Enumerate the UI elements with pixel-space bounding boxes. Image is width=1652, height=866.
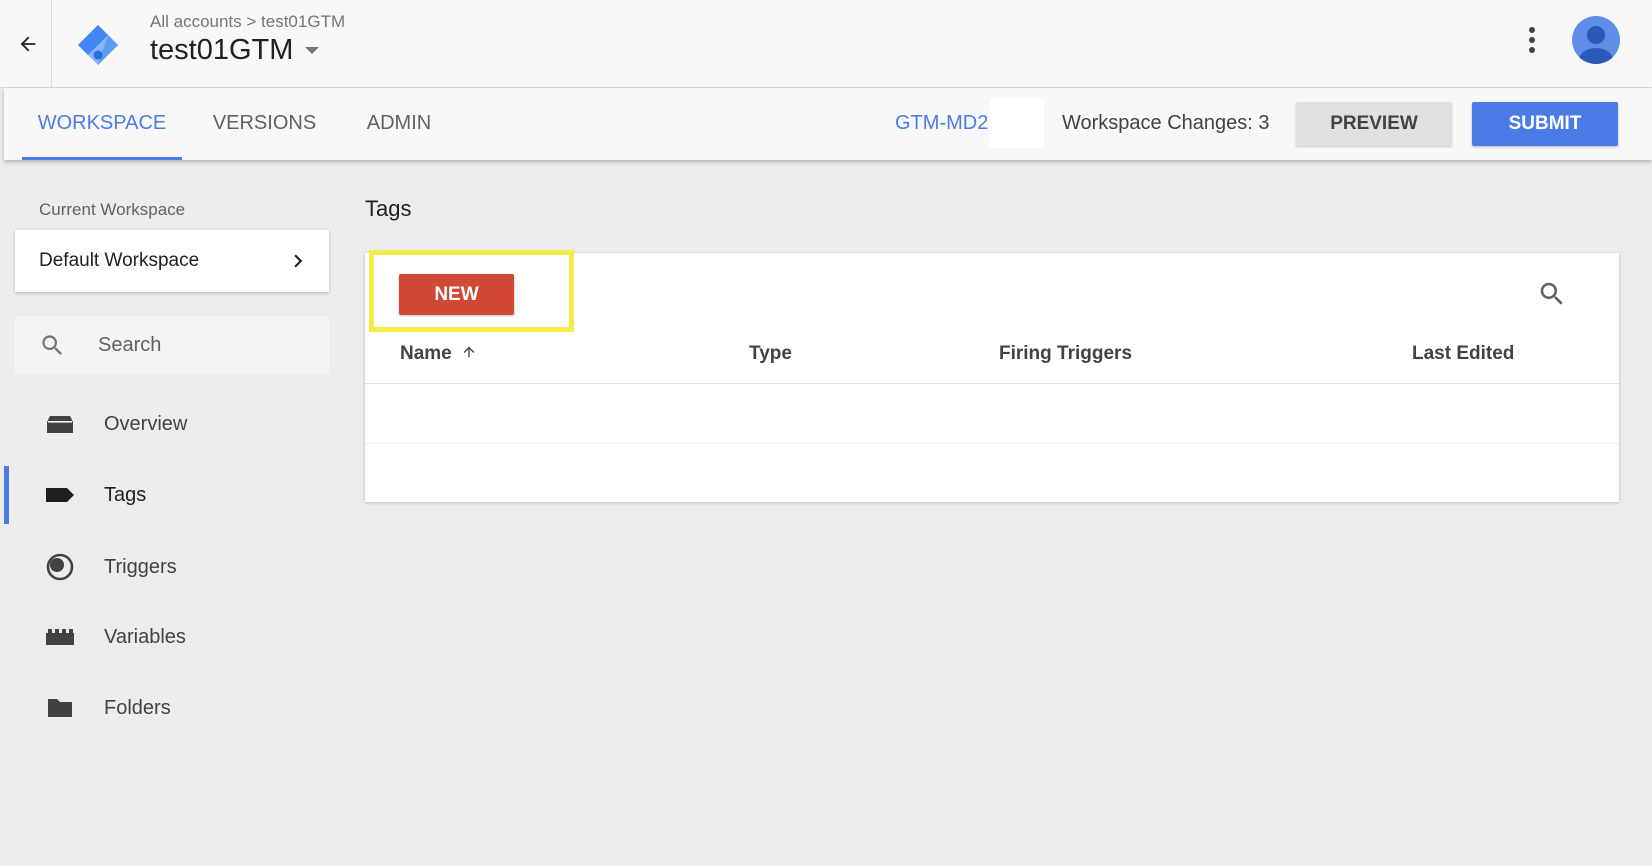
column-header-name[interactable]: Name	[400, 343, 477, 365]
new-tag-button[interactable]: NEW	[399, 274, 514, 315]
redaction-mask	[989, 98, 1044, 148]
row-divider	[365, 443, 1619, 444]
sidebar-item-label: Folders	[104, 696, 171, 719]
current-workspace-label: Current Workspace	[39, 200, 186, 219]
account-avatar[interactable]	[1572, 16, 1620, 64]
workspace-selector[interactable]: Default Workspace	[15, 230, 329, 292]
more-options-button[interactable]	[1518, 20, 1546, 60]
gtm-logo-icon	[78, 25, 118, 65]
breadcrumb[interactable]: All accounts > test01GTM	[150, 12, 345, 32]
search-placeholder: Search	[98, 334, 162, 356]
sidebar-item-overview[interactable]: Overview	[4, 394, 334, 454]
container-name: test01GTM	[150, 34, 294, 66]
sidebar-item-variables[interactable]: Variables	[4, 607, 334, 667]
sidebar-item-label: Tags	[104, 483, 147, 506]
arrow-up-icon	[463, 346, 475, 358]
sidebar-item-folders[interactable]: Folders	[4, 678, 334, 738]
workspace-changes-count: Workspace Changes: 3	[1062, 112, 1270, 134]
trigger-icon	[44, 553, 76, 581]
preview-button[interactable]: PREVIEW	[1296, 102, 1452, 146]
submit-button[interactable]: SUBMIT	[1472, 102, 1618, 146]
sidebar-item-label: Overview	[104, 412, 188, 435]
workspace-navbar: WORKSPACE VERSIONS ADMIN GTM-MD2 Workspa…	[4, 88, 1652, 160]
sidebar-item-label: Triggers	[104, 555, 177, 578]
tags-table-card: NEW Name Type Firing Triggers Last Edite…	[365, 250, 1619, 502]
chevron-down-icon	[305, 47, 320, 54]
search-icon[interactable]	[1537, 279, 1567, 309]
search-icon	[42, 335, 63, 356]
account-icon	[1579, 26, 1613, 64]
overview-icon	[44, 412, 76, 436]
sidebar-item-triggers[interactable]: Triggers	[4, 537, 334, 597]
container-id-link[interactable]: GTM-MD2	[895, 88, 988, 160]
column-header-last-edited[interactable]: Last Edited	[1412, 343, 1514, 365]
sidebar-item-tags[interactable]: Tags	[4, 465, 334, 525]
folder-icon	[44, 696, 76, 720]
sidebar-item-label: Variables	[104, 625, 186, 648]
chevron-right-icon	[294, 254, 303, 268]
tab-versions[interactable]: VERSIONS	[202, 88, 327, 160]
column-header-firing-triggers[interactable]: Firing Triggers	[999, 343, 1132, 365]
page-title: Tags	[365, 196, 412, 221]
header-divider	[365, 383, 1619, 384]
workspace-name: Default Workspace	[39, 250, 200, 271]
more-vert-icon	[1529, 27, 1535, 53]
app-header: All accounts > test01GTM test01GTM	[0, 0, 1652, 88]
tab-admin[interactable]: ADMIN	[344, 88, 454, 160]
arrow-back-icon	[20, 36, 35, 52]
tab-workspace[interactable]: WORKSPACE	[22, 88, 182, 160]
column-header-label: Name	[400, 343, 452, 364]
column-header-type[interactable]: Type	[749, 343, 792, 365]
back-button[interactable]	[4, 0, 52, 88]
variables-icon	[44, 625, 76, 649]
container-selector[interactable]: test01GTM	[150, 34, 320, 67]
sidebar-search-input[interactable]: Search	[15, 316, 329, 374]
tag-icon	[44, 483, 76, 507]
